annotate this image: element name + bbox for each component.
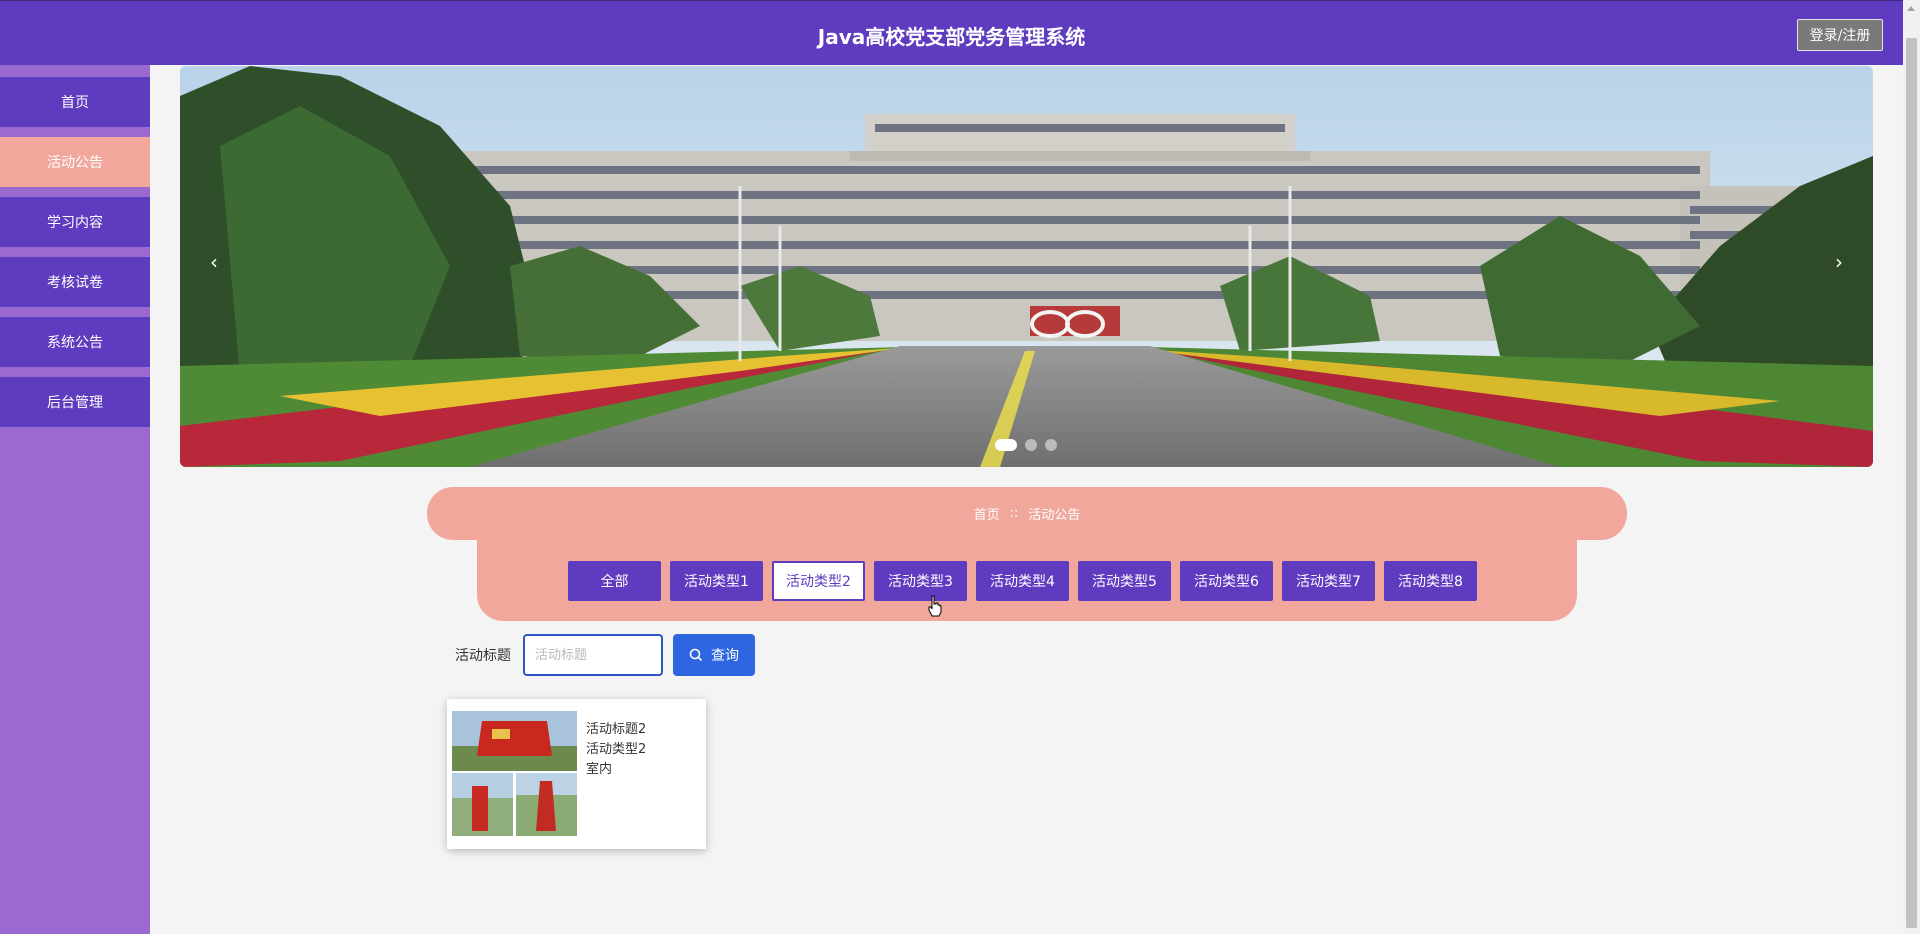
scroll-up-icon[interactable]	[1907, 6, 1915, 11]
category-type8-button[interactable]: 活动类型8	[1384, 561, 1477, 601]
carousel-indicators	[995, 439, 1057, 451]
category-type3-button[interactable]: 活动类型3	[874, 561, 967, 601]
category-type2-button[interactable]: 活动类型2	[772, 561, 865, 601]
sidebar-item-home[interactable]: 首页	[0, 77, 150, 127]
campus-building-photo	[180, 66, 1873, 467]
activity-type: 活动类型2	[586, 742, 647, 757]
search-button-label: 查询	[711, 648, 739, 664]
breadcrumb-home[interactable]: 首页	[974, 504, 1000, 523]
search-button[interactable]: 查询	[673, 634, 755, 676]
category-type4-button[interactable]: 活动类型4	[976, 561, 1069, 601]
carousel-dot-1[interactable]	[995, 439, 1017, 451]
breadcrumb-current: 活动公告	[1028, 508, 1081, 523]
scrollbar-thumb[interactable]	[1906, 38, 1917, 928]
sidebar-item-study-content[interactable]: 学习内容	[0, 197, 150, 247]
category-filter-panel: 全部 活动类型1 活动类型2 活动类型3 活动类型4 活动类型5 活动类型6 活…	[477, 530, 1577, 621]
app-title: Java高校党支部党务管理系统	[817, 25, 1086, 49]
banner-carousel[interactable]: ‹ ›	[180, 66, 1873, 467]
sidebar-item-exam-papers[interactable]: 考核试卷	[0, 257, 150, 307]
login-register-button[interactable]: 登录/注册	[1797, 19, 1883, 51]
search-icon	[689, 648, 703, 662]
category-type1-button[interactable]: 活动类型1	[670, 561, 763, 601]
sidebar-item-admin[interactable]: 后台管理	[0, 377, 150, 427]
category-type7-button[interactable]: 活动类型7	[1282, 561, 1375, 601]
category-all-button[interactable]: 全部	[568, 561, 661, 601]
activity-card-info: 活动标题2 活动类型2 室内	[586, 720, 646, 780]
search-label: 活动标题	[455, 648, 511, 664]
search-input[interactable]	[523, 634, 663, 676]
sidebar-item-system-notice[interactable]: 系统公告	[0, 317, 150, 367]
category-type6-button[interactable]: 活动类型6	[1180, 561, 1273, 601]
breadcrumb-separator: ::	[1009, 506, 1019, 521]
activity-thumbnail	[452, 711, 577, 836]
carousel-prev-icon[interactable]: ‹	[210, 250, 218, 274]
activity-location: 室内	[586, 762, 613, 777]
hand-cursor-icon	[928, 595, 942, 617]
carousel-dot-2[interactable]	[1025, 439, 1037, 451]
top-header: Java高校党支部党务管理系统 登录/注册	[0, 0, 1903, 65]
page-scrollbar[interactable]	[1903, 0, 1920, 934]
carousel-dot-3[interactable]	[1045, 439, 1057, 451]
activity-card[interactable]: 活动标题2 活动类型2 室内	[447, 699, 706, 849]
activity-title: 活动标题2	[586, 722, 647, 737]
category-type5-button[interactable]: 活动类型5	[1078, 561, 1171, 601]
sidebar-item-activity-notice[interactable]: 活动公告	[0, 137, 150, 187]
sidebar: 首页 活动公告 学习内容 考核试卷 系统公告 后台管理	[0, 65, 150, 934]
carousel-next-icon[interactable]: ›	[1835, 250, 1843, 274]
